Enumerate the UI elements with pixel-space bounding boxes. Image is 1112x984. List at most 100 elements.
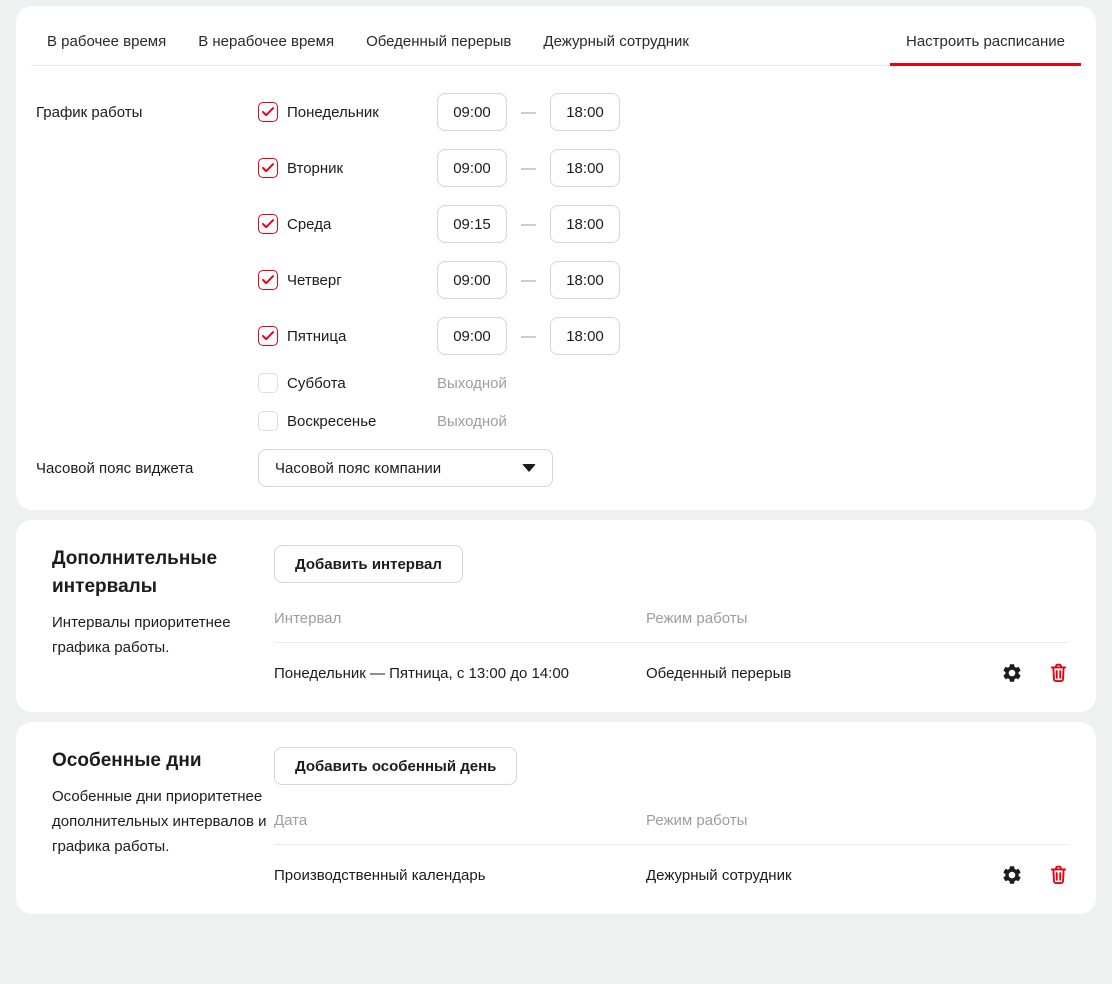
interval-value: Понедельник — Пятница, с 13:00 до 14:00 <box>274 665 646 682</box>
spacer <box>36 205 258 243</box>
special-day-row: Производственный календарь Дежурный сотр… <box>274 845 1068 886</box>
monday-checkbox[interactable] <box>258 102 278 122</box>
card-info: Дополнительные интервалы Интервалы приор… <box>52 545 274 689</box>
time-range: — <box>437 149 620 187</box>
day-cell: Суббота <box>258 373 437 393</box>
work-schedule-form: График работы Понедельник — <box>16 66 1096 510</box>
card-content: Добавить особенный день Дата Режим работ… <box>274 747 1068 891</box>
chevron-down-icon <box>522 464 536 472</box>
day-row-tuesday: Вторник — <box>36 149 1076 187</box>
saturday-checkbox[interactable] <box>258 373 278 393</box>
tab-configure-schedule[interactable]: Настроить расписание <box>890 18 1081 65</box>
day-row-monday: График работы Понедельник — <box>36 93 1076 131</box>
row-actions <box>1001 662 1068 684</box>
delete-interval-button[interactable] <box>1049 662 1068 684</box>
wednesday-start-input[interactable] <box>437 205 507 243</box>
day-cell: Среда <box>258 205 437 243</box>
time-range-dash: — <box>521 104 536 121</box>
day-label: Вторник <box>287 160 343 177</box>
spacer <box>36 317 258 355</box>
day-cell: Воскресенье <box>258 411 437 431</box>
row-actions <box>1001 864 1068 886</box>
tab-lunch-break[interactable]: Обеденный перерыв <box>350 18 527 65</box>
special-day-mode: Дежурный сотрудник <box>646 867 792 884</box>
day-cell: Вторник <box>258 149 437 187</box>
tab-bar: В рабочее время В нерабочее время Обеден… <box>31 6 1081 66</box>
schedule-settings-page: В рабочее время В нерабочее время Обеден… <box>0 0 1112 930</box>
schedule-label: График работы <box>36 93 258 131</box>
day-row-saturday: Суббота Выходной <box>36 373 1076 393</box>
column-header-mode: Режим работы <box>646 610 1068 627</box>
add-special-day-button[interactable]: Добавить особенный день <box>274 747 517 785</box>
timezone-label: Часовой пояс виджета <box>36 449 258 487</box>
tab-nonworking-hours[interactable]: В нерабочее время <box>182 18 350 65</box>
day-row-friday: Пятница — <box>36 317 1076 355</box>
column-header-date: Дата <box>274 812 646 829</box>
spacer <box>36 261 258 299</box>
tuesday-start-input[interactable] <box>437 149 507 187</box>
card-description: Интервалы приоритетнее графика работы. <box>52 610 274 660</box>
tab-working-hours[interactable]: В рабочее время <box>31 18 182 65</box>
thursday-start-input[interactable] <box>437 261 507 299</box>
time-range: — <box>437 205 620 243</box>
tab-duty-employee[interactable]: Дежурный сотрудник <box>527 18 705 65</box>
thursday-end-input[interactable] <box>550 261 620 299</box>
time-range-dash: — <box>521 216 536 233</box>
delete-special-day-button[interactable] <box>1049 864 1068 886</box>
day-label: Пятница <box>287 328 346 345</box>
time-range-dash: — <box>521 328 536 345</box>
day-label: Понедельник <box>287 104 379 121</box>
thursday-checkbox[interactable] <box>258 270 278 290</box>
day-label: Среда <box>287 216 331 233</box>
day-label: Суббота <box>287 375 346 392</box>
check-icon <box>262 107 274 117</box>
trash-icon <box>1049 662 1068 684</box>
friday-checkbox[interactable] <box>258 326 278 346</box>
card-description: Особенные дни приоритетнее дополнительны… <box>52 784 274 859</box>
add-interval-button[interactable]: Добавить интервал <box>274 545 463 583</box>
day-off-label: Выходной <box>437 413 507 430</box>
gear-icon <box>1001 662 1023 684</box>
special-day-value: Производственный календарь <box>274 867 646 884</box>
tuesday-checkbox[interactable] <box>258 158 278 178</box>
day-cell: Пятница <box>258 317 437 355</box>
tuesday-end-input[interactable] <box>550 149 620 187</box>
friday-end-input[interactable] <box>550 317 620 355</box>
check-icon <box>262 275 274 285</box>
timezone-row: Часовой пояс виджета Часовой пояс компан… <box>36 449 1076 487</box>
edit-interval-button[interactable] <box>1001 662 1023 684</box>
tab-label: Дежурный сотрудник <box>543 33 689 50</box>
wednesday-checkbox[interactable] <box>258 214 278 234</box>
additional-intervals-card: Дополнительные интервалы Интервалы приор… <box>16 520 1096 712</box>
column-header-interval: Интервал <box>274 610 646 627</box>
trash-icon <box>1049 864 1068 886</box>
edit-special-day-button[interactable] <box>1001 864 1023 886</box>
card-info: Особенные дни Особенные дни приоритетнее… <box>52 747 274 891</box>
time-range-dash: — <box>521 160 536 177</box>
spacer <box>36 373 258 393</box>
day-row-sunday: Воскресенье Выходной <box>36 411 1076 431</box>
sunday-checkbox[interactable] <box>258 411 278 431</box>
tab-label: В нерабочее время <box>198 33 334 50</box>
card-title: Особенные дни <box>52 747 274 775</box>
check-icon <box>262 219 274 229</box>
spacer <box>36 411 258 431</box>
friday-start-input[interactable] <box>437 317 507 355</box>
schedule-card: В рабочее время В нерабочее время Обеден… <box>16 6 1096 510</box>
timezone-value: Часовой пояс компании <box>275 460 441 477</box>
monday-end-input[interactable] <box>550 93 620 131</box>
day-label: Воскресенье <box>287 413 376 430</box>
spacer <box>36 149 258 187</box>
check-icon <box>262 331 274 341</box>
timezone-select[interactable]: Часовой пояс компании <box>258 449 553 487</box>
time-range: — <box>437 317 620 355</box>
check-icon <box>262 163 274 173</box>
day-off-label: Выходной <box>437 375 507 392</box>
monday-start-input[interactable] <box>437 93 507 131</box>
wednesday-end-input[interactable] <box>550 205 620 243</box>
intervals-table-header: Интервал Режим работы <box>274 610 1068 643</box>
interval-row: Понедельник — Пятница, с 13:00 до 14:00 … <box>274 643 1068 684</box>
time-range: — <box>437 261 620 299</box>
tab-label: Настроить расписание <box>906 33 1065 50</box>
special-days-card: Особенные дни Особенные дни приоритетнее… <box>16 722 1096 914</box>
